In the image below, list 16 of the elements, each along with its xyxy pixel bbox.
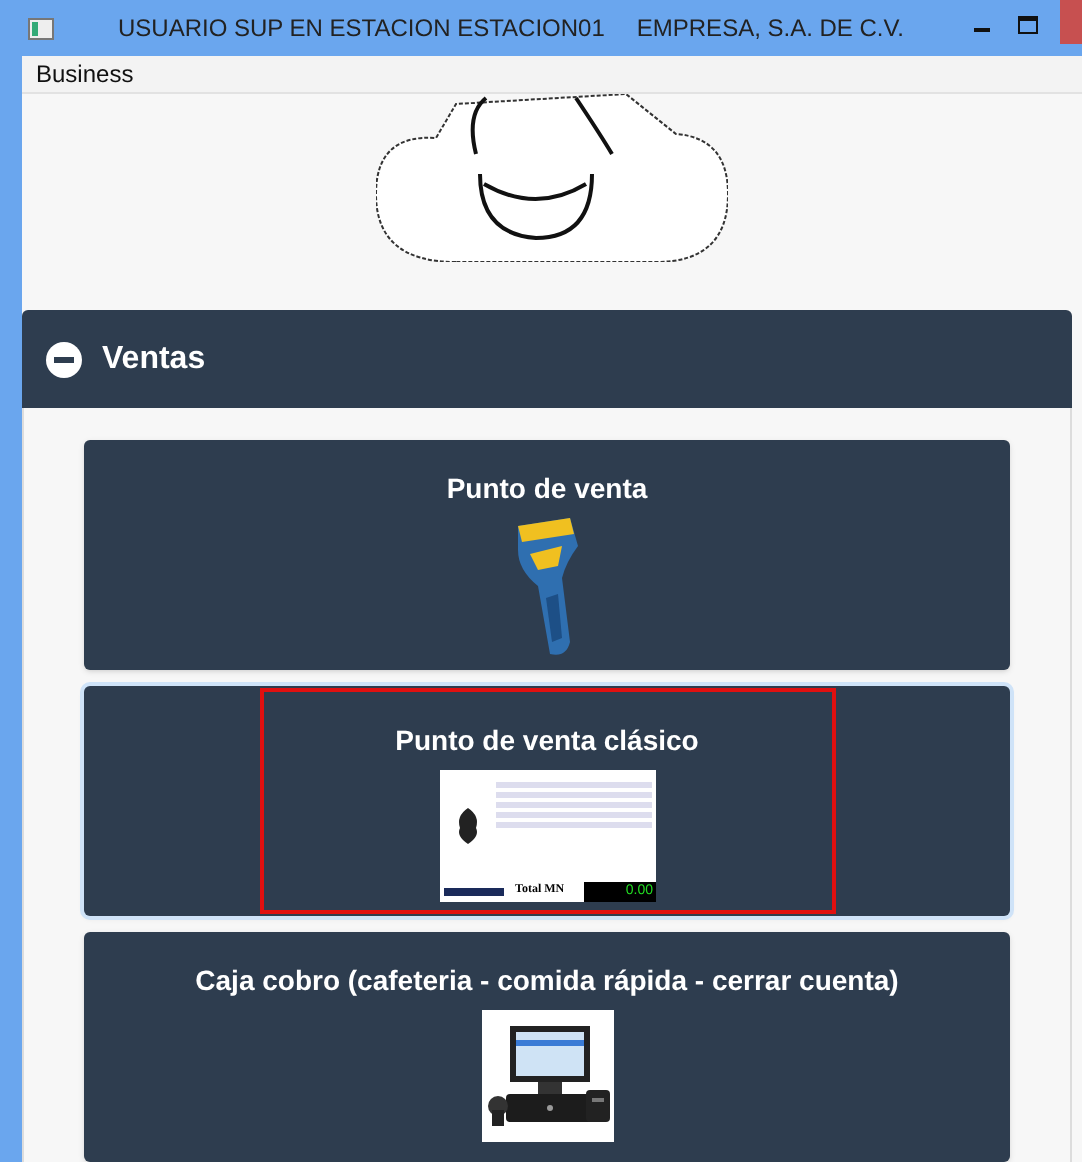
minimize-icon bbox=[974, 25, 990, 31]
menu-item[interactable]: Business bbox=[36, 56, 134, 92]
pos-terminal-icon bbox=[481, 1010, 613, 1142]
window-app-icon bbox=[28, 17, 54, 39]
company-name: EMPRESA, S.A. DE C.V. bbox=[636, 12, 904, 46]
tile-label: Caja cobro (cafeteria - comida rápida - cerrar cuenta) bbox=[195, 962, 899, 1000]
section-title: Ventas bbox=[102, 339, 206, 379]
maximize-button[interactable] bbox=[1014, 12, 1042, 36]
section-header[interactable]: Ventas bbox=[22, 310, 1072, 408]
tile-label: Punto de venta bbox=[446, 470, 648, 508]
maximize-icon bbox=[1018, 15, 1038, 33]
tile-label: Punto de venta clásico bbox=[395, 722, 699, 760]
logo-icon bbox=[455, 807, 479, 843]
window-title: USUARIO SUP EN ESTACION ESTACION01 bbox=[118, 12, 605, 46]
menu-tile[interactable]: Caja cobro (cafeteria - comida rápida - cerrar cuenta) bbox=[84, 932, 1010, 1162]
menu-tile[interactable]: Punto de venta bbox=[84, 440, 1010, 670]
